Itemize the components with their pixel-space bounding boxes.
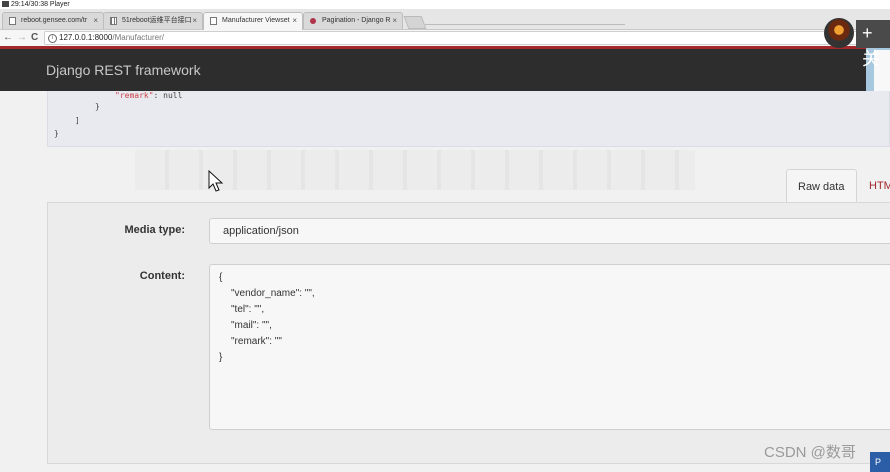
close-icon[interactable]: × <box>292 13 297 29</box>
content-line: "tel": "", <box>231 304 265 315</box>
browser-tab-2[interactable]: 51reboot运维平台接口 × <box>103 12 203 29</box>
tab-label: 51reboot运维平台接口 <box>122 17 192 24</box>
close-icon[interactable]: × <box>392 13 397 29</box>
media-type-select[interactable]: application/json <box>209 218 890 244</box>
address-bar-row: ← → C i 127.0.0.1:8000/Manufacturer/ <box>0 30 890 46</box>
tab-label: Pagination - Django R <box>322 17 391 24</box>
content-line: "vendor_name": "", <box>231 288 315 299</box>
drf-navbar: Django REST framework <box>0 46 890 91</box>
csdn-watermark: CSDN @数哥 <box>764 444 856 461</box>
media-type-label: Media type: <box>124 224 185 236</box>
close-icon[interactable]: × <box>93 13 98 29</box>
tab-strip-divider <box>425 24 625 25</box>
content-line: "remark": "" <box>231 336 282 347</box>
json-key: "remark" <box>115 91 154 100</box>
content-label: Content: <box>139 270 185 282</box>
tab-label: Manufacturer Viewset <box>222 17 290 24</box>
response-body: "remark": null } ] } <box>47 91 890 147</box>
json-colon: : <box>153 91 164 100</box>
django-icon <box>310 18 316 24</box>
browser-tab-3[interactable]: Manufacturer Viewset × <box>203 12 303 30</box>
corner-button[interactable]: P <box>870 452 890 472</box>
tab-html-form[interactable]: HTM <box>858 169 890 203</box>
content-line: } <box>219 352 223 363</box>
content-textarea[interactable]: { "vendor_name": "", "tel": "", "mail": … <box>209 264 890 430</box>
reload-icon[interactable]: C <box>31 31 38 45</box>
browser-tab-4[interactable]: Pagination - Django R × <box>303 12 403 29</box>
grid-icon <box>110 17 117 25</box>
close-icon[interactable]: × <box>192 13 197 29</box>
json-value: null <box>163 91 183 100</box>
tab-raw-data[interactable]: Raw data <box>786 169 857 203</box>
player-title-bar: 29:14/30:38 Player <box>0 0 890 9</box>
content-line: "mail": "", <box>231 320 272 331</box>
content-line: { <box>219 272 223 283</box>
response-line: "remark": null <box>115 91 182 100</box>
avatar[interactable] <box>824 18 854 48</box>
document-icon <box>210 17 217 25</box>
url-input[interactable]: i 127.0.0.1:8000/Manufacturer/ <box>44 31 890 45</box>
response-line: } <box>54 129 59 138</box>
info-icon[interactable]: i <box>48 34 57 43</box>
mouse-cursor-icon <box>208 170 224 192</box>
drf-brand-link[interactable]: Django REST framework <box>46 62 201 78</box>
response-line: ] <box>75 116 80 125</box>
follow-button[interactable]: + 关 <box>856 20 890 69</box>
forward-arrow-icon[interactable]: → <box>17 31 27 45</box>
url-host: 127.0.0.1:8000 <box>59 33 113 42</box>
document-icon <box>9 17 16 25</box>
browser-tab-1[interactable]: reboot.gensee.com/tr × <box>2 12 104 29</box>
player-icon <box>2 1 9 7</box>
player-title: 29:14/30:38 Player <box>11 1 70 8</box>
url-path: /Manufacturer/ <box>112 33 164 42</box>
new-tab-button[interactable] <box>403 16 427 29</box>
tab-label: reboot.gensee.com/tr <box>21 17 88 24</box>
response-line: } <box>95 102 100 111</box>
browser-tab-strip: reboot.gensee.com/tr × 51reboot运维平台接口 × … <box>0 9 890 30</box>
back-arrow-icon[interactable]: ← <box>3 31 13 45</box>
